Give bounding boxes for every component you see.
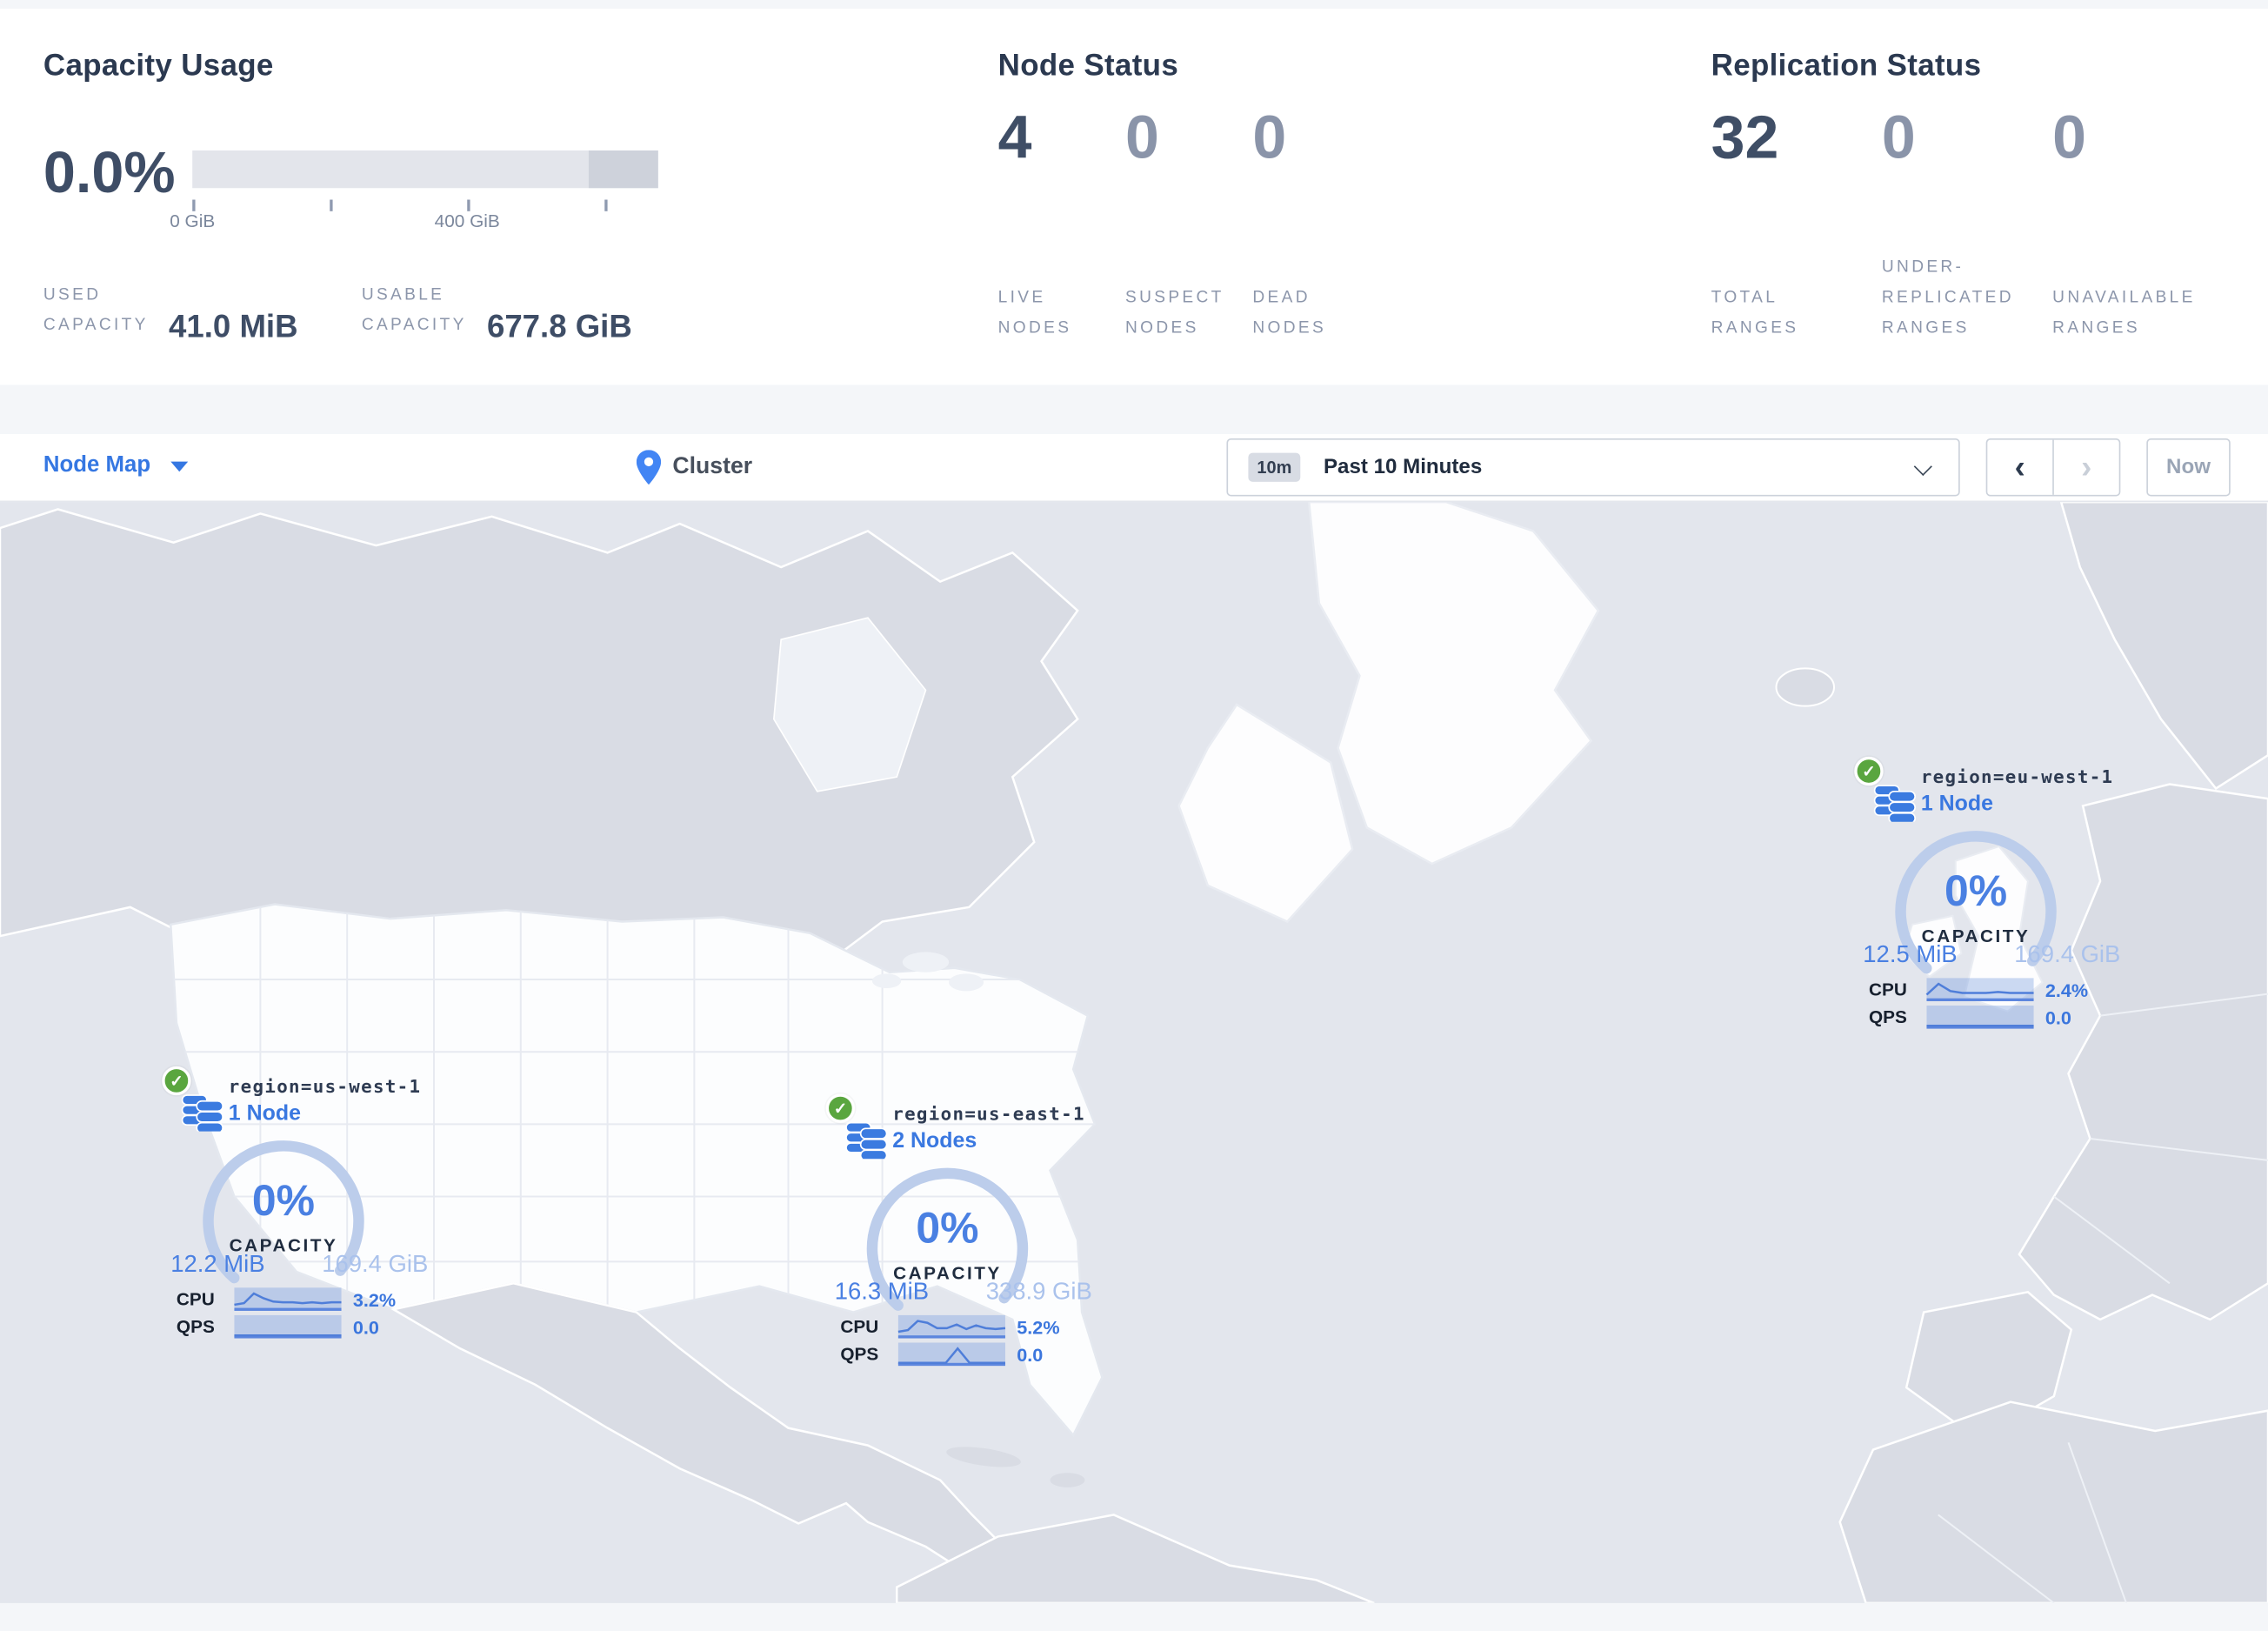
view-selector-label: Node Map <box>43 452 151 478</box>
qps-value: 0.0 <box>352 1316 379 1339</box>
capacity-values: 12.5 MiB 169.4 GiB <box>1863 942 2120 970</box>
qps-label: QPS <box>840 1344 879 1365</box>
cpu-label: CPU <box>840 1316 879 1337</box>
database-nodes-icon <box>1873 785 1917 822</box>
qps-sparkline <box>1926 1005 2034 1029</box>
cpu-metric-row: CPU 5.2% <box>840 1314 1115 1340</box>
used-capacity-value: 41.0 MiB <box>169 308 298 344</box>
region-node-count[interactable]: 1 Node <box>1921 792 1993 816</box>
view-selector-dropdown[interactable]: Node Map <box>43 452 189 479</box>
qps-metric-row: QPS 0.0 <box>176 1314 451 1340</box>
time-prev-button[interactable]: ‹ <box>1987 439 2054 495</box>
qps-sparkline <box>897 1342 1005 1367</box>
gauge-percent: 0% <box>251 1177 316 1226</box>
qps-sparkline <box>234 1314 342 1339</box>
qps-value: 0.0 <box>2045 1006 2071 1029</box>
gauge-percent: 0% <box>1944 867 2008 916</box>
region-marker-us-east-1[interactable]: ✓ region=us-east-1 2 Nodes 0% CAPACITY 1… <box>825 1093 1116 1375</box>
tick-label-0gib: 0 GiB <box>170 211 216 232</box>
dead-nodes-stat: 0 DEAD NODES <box>1252 103 1327 338</box>
node-map: ✓ region=us-west-1 1 Node 0% CAPACITY 12… <box>0 502 2268 1603</box>
location-pin-icon <box>636 450 662 485</box>
cpu-label: CPU <box>1868 979 1907 1000</box>
region-marker-us-west-1[interactable]: ✓ region=us-west-1 1 Node 0% CAPACITY 12… <box>162 1066 451 1348</box>
capacity-usage-title: Capacity Usage <box>43 49 274 83</box>
tick-label-400gib: 400 GiB <box>434 211 500 232</box>
time-pager: ‹ › <box>1985 438 2121 497</box>
capacity-values: 16.3 MiB 338.9 GiB <box>835 1279 1092 1307</box>
live-nodes-stat: 4 LIVE NODES <box>997 103 1072 338</box>
usable-capacity: USABLE CAPACITY 677.8 GiB <box>361 281 632 344</box>
qps-value: 0.0 <box>1017 1344 1044 1367</box>
cpu-metric-row: CPU 3.2% <box>177 1287 451 1312</box>
suspect-nodes-stat: 0 SUSPECT NODES <box>1125 103 1224 338</box>
capacity-gauge: 0% CAPACITY <box>197 1134 370 1308</box>
cluster-overview-page: Capacity Usage 0.0% 0 GiB 400 GiB USED C… <box>0 0 2268 1631</box>
region-name[interactable]: region=eu-west-1 <box>1921 765 2114 787</box>
breadcrumb[interactable]: Cluster <box>636 450 753 485</box>
map-toolbar: Node Map Cluster 10m Past 10 Minutes ‹ ›… <box>0 433 2268 503</box>
region-total-capacity: 169.4 GiB <box>322 1251 429 1278</box>
region-node-count[interactable]: 1 Node <box>229 1101 301 1126</box>
breadcrumb-label: Cluster <box>672 454 753 479</box>
region-used-capacity: 16.3 MiB <box>834 1279 930 1306</box>
cpu-metric-row: CPU 2.4% <box>1869 978 2144 1002</box>
region-total-capacity: 338.9 GiB <box>985 1279 1092 1306</box>
chevron-down-icon <box>1913 457 1932 476</box>
capacity-bar-ticks <box>192 197 658 211</box>
page-footer-strip <box>0 1602 2268 1631</box>
database-nodes-icon <box>181 1094 223 1132</box>
region-name[interactable]: region=us-east-1 <box>892 1102 1085 1124</box>
cpu-value: 3.2% <box>352 1288 397 1311</box>
database-nodes-icon <box>845 1121 888 1160</box>
region-node-count[interactable]: 2 Nodes <box>892 1128 977 1153</box>
node-status-title: Node Status <box>997 49 1179 83</box>
region-total-capacity: 169.4 GiB <box>2014 941 2121 968</box>
capacity-bar-nonusable-segment <box>588 150 658 189</box>
region-name[interactable]: region=us-west-1 <box>229 1075 422 1097</box>
qps-label: QPS <box>176 1316 215 1337</box>
cpu-value: 2.4% <box>2045 979 2089 1001</box>
capacity-bar <box>192 150 658 189</box>
now-button[interactable]: Now <box>2146 438 2231 497</box>
replication-status-title: Replication Status <box>1711 49 1982 83</box>
tick-mark <box>330 199 332 211</box>
capacity-gauge: 0% CAPACITY <box>1889 825 2063 999</box>
cpu-sparkline <box>897 1314 1006 1339</box>
capacity-gauge: 0% CAPACITY <box>861 1162 1035 1336</box>
replication-status-panel: Replication Status 32 TOTAL RANGES 0 UND… <box>1711 9 2261 384</box>
used-capacity: USED CAPACITY 41.0 MiB <box>43 281 298 344</box>
region-used-capacity: 12.2 MiB <box>170 1251 265 1278</box>
qps-metric-row: QPS 0.0 <box>840 1342 1115 1367</box>
node-status-panel: Node Status 4 LIVE NODES 0 SUSPECT NODES <box>998 9 1635 384</box>
used-capacity-label: USED CAPACITY <box>43 286 149 335</box>
capacity-usage-panel: Capacity Usage 0.0% 0 GiB 400 GiB USED C… <box>43 9 940 384</box>
region-marker-eu-west-1[interactable]: ✓ region=eu-west-1 1 Node 0% CAPACITY 12… <box>1854 756 2144 1039</box>
time-range-badge: 10m <box>1248 452 1301 482</box>
cpu-sparkline <box>1925 978 2034 1001</box>
caret-down-icon <box>170 460 189 471</box>
tick-mark <box>604 199 607 211</box>
gauge-percent: 0% <box>916 1205 979 1253</box>
cpu-label: CPU <box>176 1288 215 1310</box>
time-range-selector[interactable]: 10m Past 10 Minutes <box>1226 438 1960 497</box>
usable-capacity-value: 677.8 GiB <box>486 308 632 344</box>
tick-mark <box>192 199 195 211</box>
qps-metric-row: QPS 0.0 <box>1868 1005 2144 1030</box>
region-used-capacity: 12.5 MiB <box>1863 941 1958 968</box>
capacity-values: 12.2 MiB 169.4 GiB <box>170 1252 428 1280</box>
cpu-sparkline <box>234 1287 342 1311</box>
cpu-value: 5.2% <box>1017 1316 1060 1339</box>
cluster-summary-bar: Capacity Usage 0.0% 0 GiB 400 GiB USED C… <box>0 8 2268 385</box>
unavailable-ranges-stat: 0 UNAVAILABLE RANGES <box>2052 103 2196 338</box>
under-replicated-ranges-stat: 0 UNDER- REPLICATED RANGES <box>1881 103 2014 338</box>
tick-mark <box>467 199 470 211</box>
time-next-button[interactable]: › <box>2054 440 2119 495</box>
qps-label: QPS <box>1868 1006 1907 1027</box>
capacity-percent-value: 0.0% <box>43 142 176 206</box>
time-range-label: Past 10 Minutes <box>1323 455 1483 479</box>
usable-capacity-label: USABLE CAPACITY <box>361 286 467 335</box>
world-map-graphic <box>0 502 2268 1603</box>
total-ranges-stat: 32 TOTAL RANGES <box>1711 103 1799 338</box>
